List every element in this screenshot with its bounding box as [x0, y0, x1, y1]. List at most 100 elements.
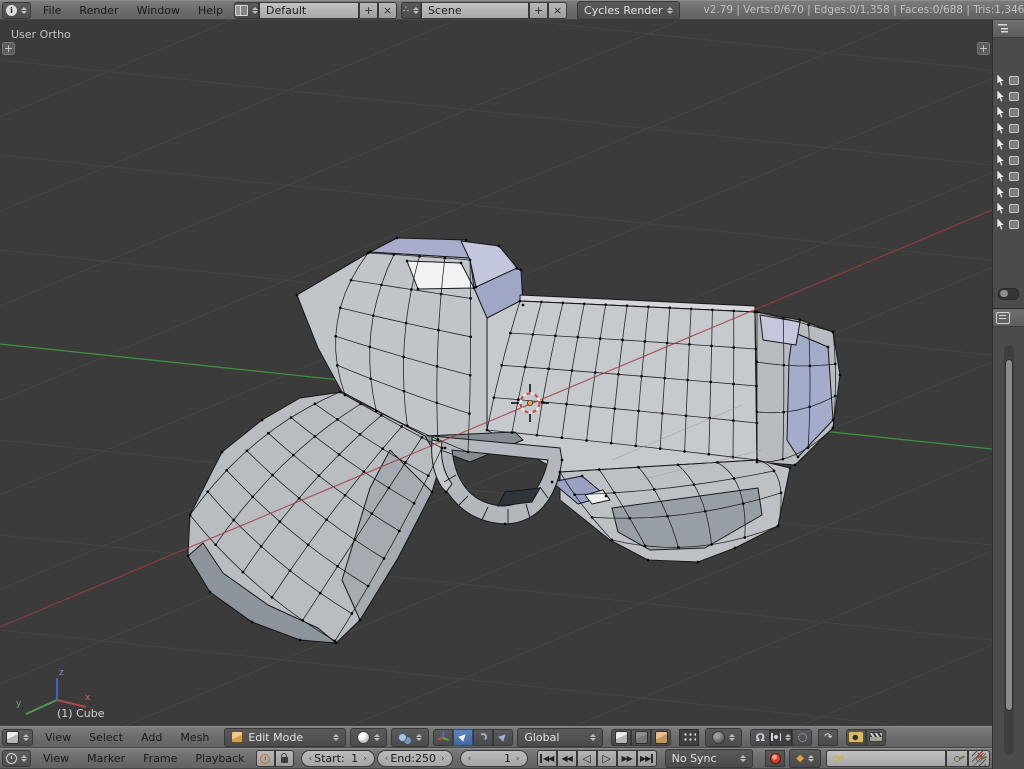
pivot-point-select[interactable]	[391, 728, 429, 747]
editor-type-button-timeline[interactable]	[2, 750, 31, 767]
snap-target-button[interactable]	[792, 729, 812, 746]
editor-type-button-info[interactable]: i	[2, 2, 31, 19]
viewport-3d[interactable]: z y x User Ortho (1) Cube + +	[0, 20, 992, 726]
outliner-row[interactable]	[993, 152, 1024, 168]
scene-browse-button[interactable]: ∴	[401, 2, 421, 19]
menu-mesh[interactable]: Mesh	[171, 731, 218, 744]
manipulator-translate-button[interactable]: ▶	[453, 729, 473, 746]
object-restrict-icon[interactable]	[1009, 108, 1019, 117]
close-layout-button[interactable]: ×	[378, 2, 397, 19]
jump-to-start-button[interactable]: ◀◀	[537, 750, 557, 767]
properties-scrollbar-track[interactable]	[1004, 345, 1014, 755]
active-keying-set-field[interactable]	[826, 750, 946, 767]
layer-cube-3-button[interactable]	[651, 729, 671, 746]
object-restrict-icon[interactable]	[1009, 76, 1019, 85]
outliner-row[interactable]	[993, 216, 1024, 232]
menu-add[interactable]: Add	[132, 731, 171, 744]
manipulator-axes-button[interactable]	[433, 729, 453, 746]
snap-peel-button[interactable]: ↷	[818, 729, 838, 746]
outliner-row[interactable]	[993, 200, 1024, 216]
next-keyframe-button[interactable]: ▶▶	[617, 750, 637, 767]
layer-cubes-group	[611, 729, 671, 746]
prev-key-icon: ◀◀	[561, 754, 571, 763]
editor-type-button-3dview[interactable]	[2, 729, 33, 746]
manipulator-scale-button[interactable]: ▶	[493, 729, 513, 746]
toolshelf-expand-button[interactable]: +	[2, 42, 15, 55]
object-restrict-icon[interactable]	[1009, 124, 1019, 133]
outliner-row[interactable]	[993, 120, 1024, 136]
prev-keyframe-button[interactable]: ◀◀	[557, 750, 577, 767]
viewport-canvas[interactable]: z y x	[0, 20, 992, 726]
opengl-animation-button[interactable]	[866, 729, 886, 746]
outliner-toggle[interactable]	[998, 288, 1019, 300]
decrement-arrow-icon[interactable]: ‹	[307, 754, 315, 764]
object-restrict-icon[interactable]	[1009, 220, 1019, 229]
frame-start-field[interactable]: ‹ Start: 1 ›	[301, 750, 375, 767]
resize-grip[interactable]	[972, 751, 986, 766]
manipulator-rotate-button[interactable]	[473, 729, 493, 746]
screen-layout-name[interactable]: Default	[259, 2, 359, 19]
opengl-render-button[interactable]	[846, 729, 866, 746]
menu-select[interactable]: Select	[80, 731, 132, 744]
object-restrict-icon[interactable]	[1009, 188, 1019, 197]
keying-set-select[interactable]: ◆	[789, 749, 821, 768]
increment-arrow-icon[interactable]: ›	[514, 754, 522, 764]
object-restrict-icon[interactable]	[1009, 140, 1019, 149]
cursor-pointer-icon	[996, 203, 1005, 214]
viewport-shading-select[interactable]	[350, 728, 387, 747]
preview-range-button[interactable]	[256, 750, 275, 767]
menu-view[interactable]: View	[36, 731, 80, 744]
outliner-row[interactable]	[993, 184, 1024, 200]
play-reverse-button[interactable]: ◁	[577, 750, 597, 767]
transform-orientation-select[interactable]: Global	[517, 728, 603, 747]
lock-time-button[interactable]	[275, 750, 294, 767]
translate-arrow-icon: ▶	[457, 731, 469, 743]
decrement-arrow-icon[interactable]: ‹	[383, 754, 391, 764]
auto-keyframe-button[interactable]	[765, 750, 785, 767]
render-engine-select[interactable]: Cycles Render	[577, 1, 679, 20]
menu-view-timeline[interactable]: View	[34, 752, 78, 765]
increment-arrow-icon[interactable]: ›	[439, 754, 447, 764]
scene-name[interactable]: Scene	[421, 2, 529, 19]
add-layout-button[interactable]: +	[359, 2, 378, 19]
properties-scrollbar-thumb[interactable]	[1005, 359, 1013, 711]
close-scene-button[interactable]: ×	[548, 2, 567, 19]
menu-window[interactable]: Window	[128, 4, 189, 17]
snap-toggle-button[interactable]: Ω	[750, 729, 770, 746]
current-frame-field[interactable]: ‹ 1 ›	[460, 750, 528, 767]
outliner-row[interactable]	[993, 136, 1024, 152]
outliner-header[interactable]	[993, 20, 1024, 38]
increment-arrow-icon[interactable]: ›	[361, 754, 369, 764]
screen-layout-browse-button[interactable]	[234, 2, 259, 19]
object-restrict-icon[interactable]	[1009, 92, 1019, 101]
menu-help[interactable]: Help	[189, 4, 232, 17]
mesh-object-cube[interactable]	[187, 237, 842, 645]
properties-region-expand-button[interactable]: +	[977, 42, 990, 55]
mode-select[interactable]: Edit Mode	[224, 728, 346, 747]
snap-element-select[interactable]	[770, 729, 792, 746]
object-restrict-icon[interactable]	[1009, 204, 1019, 213]
insert-keyframe-button[interactable]	[946, 750, 968, 767]
layer-cube-2-button[interactable]	[631, 729, 651, 746]
sync-mode-select[interactable]: No Sync	[665, 749, 754, 768]
lock-to-scene-select[interactable]	[705, 728, 742, 747]
menu-frame[interactable]: Frame	[134, 752, 186, 765]
layers-grid-button[interactable]	[679, 729, 699, 746]
outliner-row[interactable]	[993, 88, 1024, 104]
add-scene-button[interactable]: +	[529, 2, 548, 19]
decrement-arrow-icon[interactable]: ‹	[466, 754, 474, 764]
outliner-row[interactable]	[993, 72, 1024, 88]
jump-to-end-button[interactable]: ▶▶	[637, 750, 657, 767]
menu-playback[interactable]: Playback	[186, 752, 253, 765]
menu-file[interactable]: File	[34, 4, 70, 17]
outliner-row[interactable]	[993, 168, 1024, 184]
menu-render[interactable]: Render	[70, 4, 127, 17]
layer-cube-1-button[interactable]	[611, 729, 631, 746]
play-button[interactable]: ▷	[597, 750, 617, 767]
object-restrict-icon[interactable]	[1009, 156, 1019, 165]
menu-marker[interactable]: Marker	[78, 752, 134, 765]
object-restrict-icon[interactable]	[1009, 172, 1019, 181]
outliner-row[interactable]	[993, 104, 1024, 120]
frame-end-field[interactable]: ‹ End: 250 ›	[377, 750, 453, 767]
properties-header[interactable]	[993, 309, 1024, 327]
